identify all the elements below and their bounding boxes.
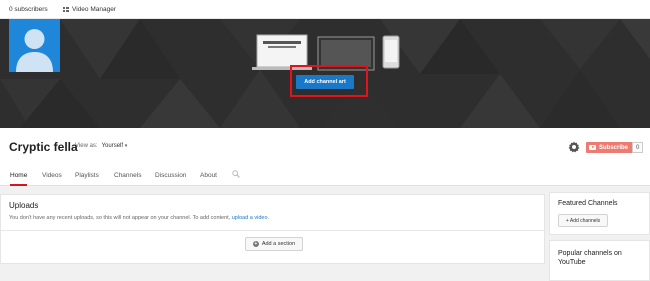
video-manager-link[interactable]: Video Manager [63,6,116,13]
add-section-button[interactable]: + Add a section [245,237,303,251]
uploads-message: You don't have any recent uploads, so th… [9,215,269,221]
subscribe-button[interactable]: Subscribe 0 [586,142,644,153]
gear-icon[interactable] [568,141,580,153]
channel-header: Cryptic fella View as: Yourself ▾ Subscr… [0,128,650,186]
upload-video-link[interactable]: upload a video [232,215,268,221]
popular-channels-card: Popular channels on YouTube [549,240,650,281]
view-as-dropdown[interactable]: Yourself ▾ [102,143,128,149]
tab-videos[interactable]: Videos [42,172,62,186]
divider [1,230,544,231]
plus-circle-icon: + [252,241,259,247]
featured-channels-title: Featured Channels [558,200,618,207]
video-manager-label: Video Manager [72,6,116,13]
subscribe-main[interactable]: Subscribe [586,142,633,153]
highlight-box [290,65,368,97]
add-channels-button[interactable]: + Add channels [558,214,608,227]
view-as-label: View as: [75,143,98,149]
caret-down-icon: ▾ [124,143,128,149]
add-section-label: Add a section [261,241,296,247]
channel-name[interactable]: Cryptic fella [9,140,78,154]
subscribe-label: Subscribe [599,144,629,151]
tab-home[interactable]: Home [10,172,28,186]
youtube-play-icon [589,145,596,150]
video-manager-icon [63,7,69,12]
tab-channels[interactable]: Channels [114,172,141,186]
subscriber-count: 0 subscribers [9,6,48,13]
view-as-value: Yourself [101,143,124,149]
uploads-message-period: . [267,215,270,221]
view-as: View as: Yourself ▾ [75,143,127,149]
uploads-section: Uploads You don't have any recent upload… [0,194,545,264]
featured-channels-card: Featured Channels + Add channels [549,192,650,235]
uploads-title: Uploads [9,201,39,210]
search-icon[interactable] [232,170,240,178]
subscriber-count-badge: 0 [632,142,644,153]
popular-channels-title: Popular channels on YouTube [558,250,622,266]
channel-banner: Add channel art [0,19,650,128]
tab-playlists[interactable]: Playlists [75,172,99,186]
tab-discussion[interactable]: Discussion [155,172,186,186]
tab-about[interactable]: About [200,172,217,186]
uploads-message-text: You don't have any recent uploads, so th… [9,215,231,221]
top-bar: 0 subscribers Video Manager [0,0,650,19]
